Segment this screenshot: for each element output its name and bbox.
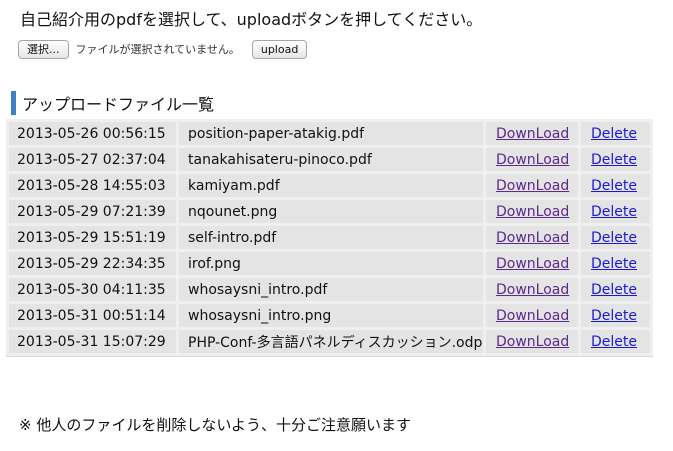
download-cell: DownLoad bbox=[486, 148, 578, 171]
upload-page: 自己紹介用のpdfを選択して、uploadボタンを押してください。 選択... … bbox=[0, 0, 673, 451]
table-row: 2013-05-31 00:51:14 whosaysni_intro.png Do… bbox=[9, 304, 650, 327]
table-row: 2013-05-31 15:07:29 PHP-Conf-多言語パネルディスカッシ… bbox=[9, 330, 650, 353]
warning-note: ※ 他人のファイルを削除しないよう、十分ご注意願います bbox=[19, 416, 412, 434]
file-name-cell: tanakahisateru-pinoco.pdf bbox=[179, 148, 483, 171]
download-link[interactable]: DownLoad bbox=[496, 178, 569, 194]
download-cell: DownLoad bbox=[486, 174, 578, 197]
file-name-cell: PHP-Conf-多言語パネルディスカッション.odp bbox=[179, 330, 483, 353]
download-link[interactable]: DownLoad bbox=[496, 230, 569, 246]
download-cell: DownLoad bbox=[486, 330, 578, 353]
upload-date-cell: 2013-05-26 00:56:15 bbox=[9, 122, 176, 145]
instruction-text: 自己紹介用のpdfを選択して、uploadボタンを押してください。 bbox=[20, 10, 483, 29]
download-cell: DownLoad bbox=[486, 200, 578, 223]
upload-date-cell: 2013-05-31 15:07:29 bbox=[9, 330, 176, 353]
download-link[interactable]: DownLoad bbox=[496, 152, 569, 168]
delete-link[interactable]: Delete bbox=[591, 282, 637, 298]
delete-cell: Delete bbox=[581, 330, 650, 353]
file-name-cell: whosaysni_intro.pdf bbox=[179, 278, 483, 301]
upload-date-cell: 2013-05-29 15:51:19 bbox=[9, 226, 176, 249]
delete-link[interactable]: Delete bbox=[591, 152, 637, 168]
upload-date-cell: 2013-05-27 02:37:04 bbox=[9, 148, 176, 171]
file-name-cell: self-intro.pdf bbox=[179, 226, 483, 249]
file-name-cell: nqounet.png bbox=[179, 200, 483, 223]
no-file-selected-text: ファイルが選択されていません。 bbox=[75, 43, 240, 56]
download-link[interactable]: DownLoad bbox=[496, 282, 569, 298]
download-link[interactable]: DownLoad bbox=[496, 256, 569, 272]
section-title: アップロードファイル一覧 bbox=[22, 95, 215, 114]
table-row: 2013-05-27 02:37:04 tanakahisateru-pinoco… bbox=[9, 148, 650, 171]
delete-link[interactable]: Delete bbox=[591, 256, 637, 272]
delete-cell: Delete bbox=[581, 252, 650, 275]
choose-file-button[interactable]: 選択... bbox=[18, 39, 69, 59]
table-row: 2013-05-29 22:34:35 irof.png DownLoad Delet… bbox=[9, 252, 650, 275]
table-row: 2013-05-29 15:51:19 self-intro.pdf DownLoa… bbox=[9, 226, 650, 249]
delete-cell: Delete bbox=[581, 304, 650, 327]
file-name-cell: position-paper-atakig.pdf bbox=[179, 122, 483, 145]
download-link[interactable]: DownLoad bbox=[496, 126, 569, 142]
delete-cell: Delete bbox=[581, 174, 650, 197]
section-header: アップロードファイル一覧 bbox=[11, 91, 214, 115]
delete-cell: Delete bbox=[581, 226, 650, 249]
delete-link[interactable]: Delete bbox=[591, 308, 637, 324]
download-link[interactable]: DownLoad bbox=[496, 334, 569, 350]
download-cell: DownLoad bbox=[486, 226, 578, 249]
table-row: 2013-05-26 00:56:15 position-paper-atakig… bbox=[9, 122, 650, 145]
download-cell: DownLoad bbox=[486, 122, 578, 145]
upload-date-cell: 2013-05-31 00:51:14 bbox=[9, 304, 176, 327]
table-row: 2013-05-28 14:55:03 kamiyam.pdf DownLoad De… bbox=[9, 174, 650, 197]
upload-date-cell: 2013-05-29 07:21:39 bbox=[9, 200, 176, 223]
delete-link[interactable]: Delete bbox=[591, 334, 637, 350]
upload-date-cell: 2013-05-29 22:34:35 bbox=[9, 252, 176, 275]
delete-cell: Delete bbox=[581, 148, 650, 171]
file-name-cell: kamiyam.pdf bbox=[179, 174, 483, 197]
file-name-cell: whosaysni_intro.png bbox=[179, 304, 483, 327]
upload-form: 選択... ファイルが選択されていません。 upload bbox=[18, 39, 308, 59]
uploaded-files-table: 2013-05-26 00:56:15 position-paper-atakig… bbox=[6, 119, 653, 356]
delete-link[interactable]: Delete bbox=[591, 230, 637, 246]
file-name-cell: irof.png bbox=[179, 252, 483, 275]
download-link[interactable]: DownLoad bbox=[496, 204, 569, 220]
table-row: 2013-05-30 04:11:35 whosaysni_intro.pdf Do… bbox=[9, 278, 650, 301]
upload-button[interactable]: upload bbox=[251, 39, 308, 59]
upload-date-cell: 2013-05-30 04:11:35 bbox=[9, 278, 176, 301]
upload-date-cell: 2013-05-28 14:55:03 bbox=[9, 174, 176, 197]
delete-link[interactable]: Delete bbox=[591, 204, 637, 220]
delete-link[interactable]: Delete bbox=[591, 126, 637, 142]
download-cell: DownLoad bbox=[486, 278, 578, 301]
download-cell: DownLoad bbox=[486, 304, 578, 327]
table-row: 2013-05-29 07:21:39 nqounet.png DownLoad De… bbox=[9, 200, 650, 223]
delete-cell: Delete bbox=[581, 200, 650, 223]
download-link[interactable]: DownLoad bbox=[496, 308, 569, 324]
delete-cell: Delete bbox=[581, 122, 650, 145]
delete-link[interactable]: Delete bbox=[591, 178, 637, 194]
delete-cell: Delete bbox=[581, 278, 650, 301]
section-accent-bar bbox=[11, 91, 16, 115]
download-cell: DownLoad bbox=[486, 252, 578, 275]
